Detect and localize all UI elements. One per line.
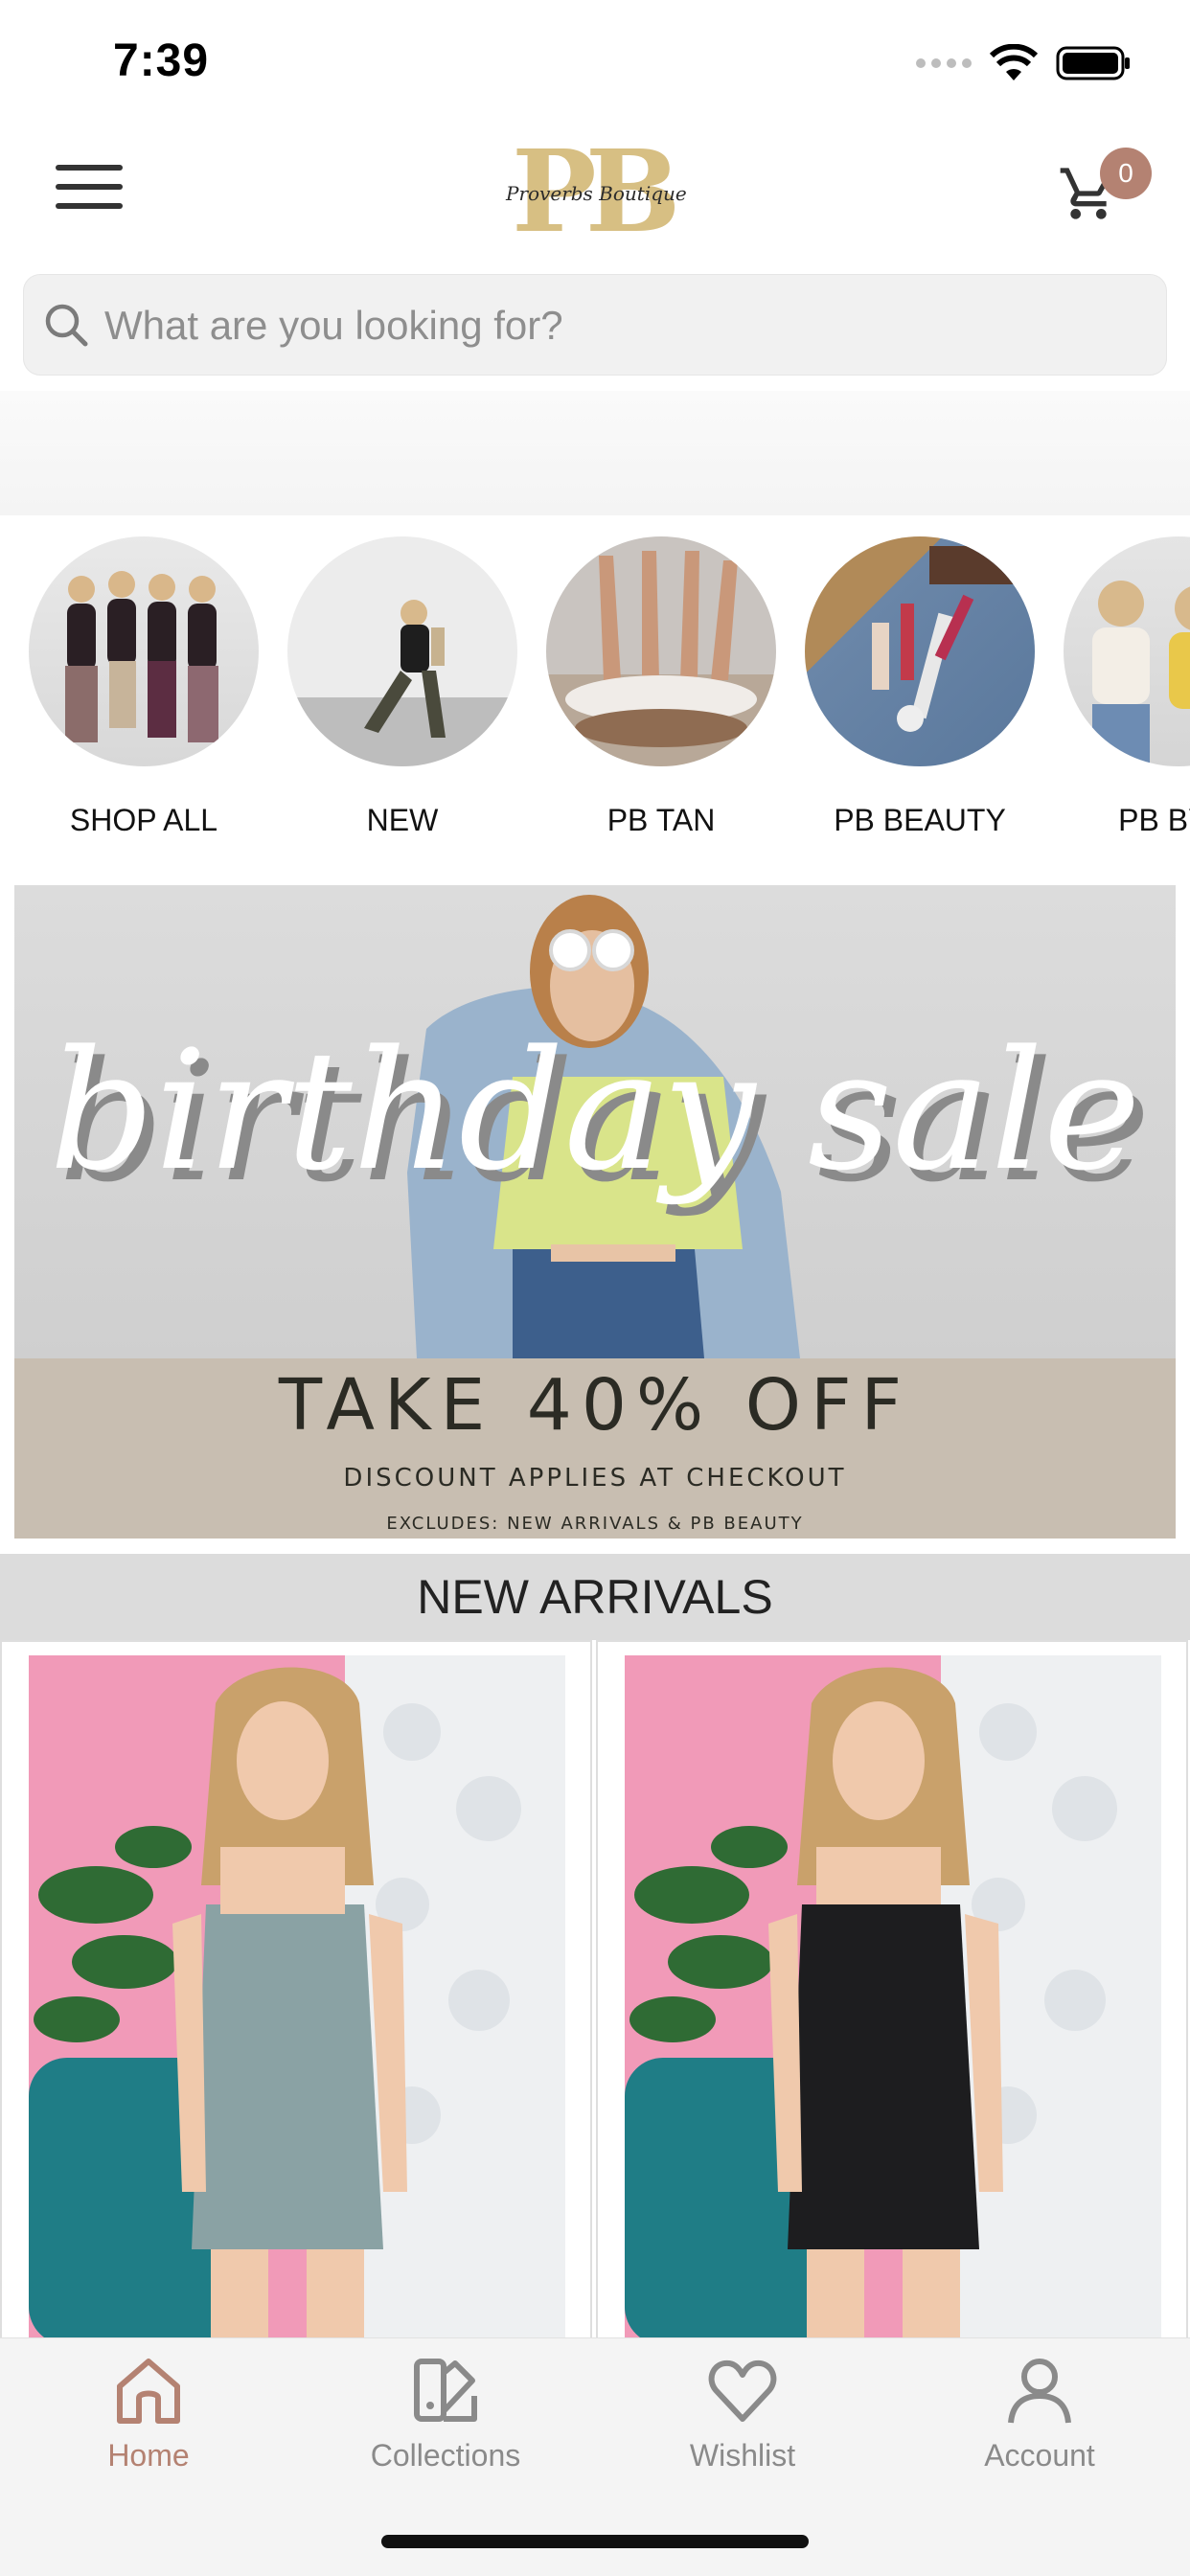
category-label: PB BEAUTY bbox=[834, 803, 1006, 837]
birthday-sale-banner[interactable]: birthday sale TAKE 40% OFF DISCOUNT APPL… bbox=[14, 885, 1176, 1539]
category-shop-all[interactable]: SHOP ALL bbox=[29, 536, 259, 853]
status-bar: 7:39 bbox=[0, 0, 1190, 125]
tab-wishlist[interactable]: Wishlist bbox=[594, 2352, 891, 2496]
tab-label: Account bbox=[984, 2438, 1095, 2473]
brand-logo[interactable]: PB Proverbs Boutique bbox=[498, 134, 690, 249]
category-image bbox=[29, 536, 259, 766]
search-input[interactable] bbox=[103, 275, 1141, 376]
category-label: PB TAN bbox=[606, 803, 716, 837]
category-carousel[interactable]: SHOP ALL NEW PB TAN PB BEAUTY PB B bbox=[0, 536, 1190, 853]
banner-note: DISCOUNT APPLIES AT CHECKOUT bbox=[343, 1464, 847, 1493]
collections-icon bbox=[414, 2359, 477, 2422]
category-label: PB BY D bbox=[1118, 803, 1190, 837]
tab-label: Home bbox=[107, 2438, 190, 2473]
category-image bbox=[805, 536, 1035, 766]
wifi-icon bbox=[989, 44, 1039, 80]
category-pb-tan[interactable]: PB TAN bbox=[546, 536, 776, 853]
tab-label: Wishlist bbox=[689, 2438, 796, 2473]
home-icon bbox=[117, 2359, 180, 2424]
status-time: 7:39 bbox=[113, 35, 210, 86]
tab-label: Collections bbox=[370, 2438, 521, 2473]
hamburger-menu-icon[interactable] bbox=[56, 165, 123, 222]
cart-button[interactable]: 0 bbox=[1058, 148, 1152, 239]
product-grid bbox=[0, 1640, 1190, 2339]
home-indicator[interactable] bbox=[381, 2535, 809, 2548]
person-icon bbox=[1008, 2359, 1071, 2424]
category-label: NEW bbox=[366, 803, 439, 837]
new-arrivals-header: NEW ARRIVALS bbox=[0, 1554, 1190, 1640]
search-icon bbox=[45, 304, 88, 347]
product-card[interactable] bbox=[596, 1640, 1188, 2339]
product-image bbox=[625, 1655, 1161, 2337]
search-bar[interactable] bbox=[23, 274, 1167, 376]
category-image bbox=[546, 536, 776, 766]
spacer-band bbox=[0, 391, 1190, 515]
app-header: PB Proverbs Boutique 0 bbox=[0, 125, 1190, 268]
product-card[interactable] bbox=[0, 1640, 592, 2339]
section-title: NEW ARRIVALS bbox=[417, 1570, 773, 1624]
battery-icon bbox=[1056, 46, 1130, 80]
category-image bbox=[287, 536, 517, 766]
category-pb-beauty[interactable]: PB BEAUTY bbox=[805, 536, 1035, 853]
banner-title: birthday sale bbox=[49, 1014, 1141, 1207]
tab-home[interactable]: Home bbox=[0, 2352, 297, 2496]
product-image bbox=[29, 1655, 565, 2337]
category-image bbox=[1064, 536, 1190, 766]
tab-account[interactable]: Account bbox=[891, 2352, 1188, 2496]
cart-count-badge: 0 bbox=[1100, 148, 1152, 199]
logo-script-text: Proverbs Boutique bbox=[506, 182, 687, 205]
heart-icon bbox=[708, 2359, 777, 2422]
banner-exclusions: EXCLUDES: NEW ARRIVALS & PB BEAUTY bbox=[386, 1514, 804, 1534]
cellular-signal-icon bbox=[916, 58, 972, 68]
category-label: SHOP ALL bbox=[69, 803, 218, 837]
status-icons bbox=[916, 44, 1133, 82]
tab-collections[interactable]: Collections bbox=[297, 2352, 594, 2496]
category-pb-by-d[interactable]: PB BY D bbox=[1064, 536, 1190, 853]
category-new[interactable]: NEW bbox=[287, 536, 517, 853]
banner-offer: TAKE 40% OFF bbox=[278, 1364, 912, 1447]
